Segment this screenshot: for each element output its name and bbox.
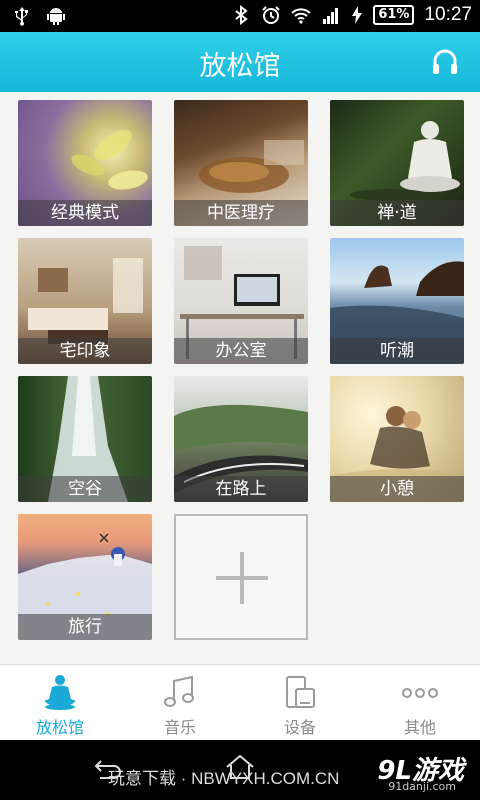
- charging-icon: [352, 6, 363, 24]
- usb-icon: [15, 7, 28, 26]
- tab-devices[interactable]: 设备: [240, 665, 360, 741]
- headphones-icon[interactable]: [432, 48, 458, 76]
- music-note-icon: [164, 675, 194, 707]
- android-icon: [47, 8, 65, 25]
- scene-tile-valley[interactable]: 空谷: [18, 376, 152, 502]
- tab-label: 放松馆: [35, 718, 84, 737]
- more-dots-icon: [402, 688, 438, 698]
- tab-music[interactable]: 音乐: [120, 665, 240, 741]
- tile-label: 宅印象: [18, 338, 152, 364]
- tile-label: 办公室: [174, 338, 308, 364]
- scene-tile-nap[interactable]: 小憩: [330, 376, 464, 502]
- tile-label: 在路上: [174, 476, 308, 502]
- scene-tile-zen[interactable]: 禅·道: [330, 100, 464, 226]
- signal-icon: [323, 8, 339, 24]
- scene-tile-travel[interactable]: 旅行: [18, 514, 152, 640]
- devices-icon: [286, 676, 315, 708]
- scene-tile-road[interactable]: 在路上: [174, 376, 308, 502]
- scene-tile-tcm[interactable]: 中医理疗: [174, 100, 308, 226]
- app-header: 放松馆: [0, 32, 480, 92]
- scene-tile-tide[interactable]: 听潮: [330, 238, 464, 364]
- scene-tile-home[interactable]: 宅印象: [18, 238, 152, 364]
- tab-label: 设备: [283, 718, 316, 737]
- add-scene-button[interactable]: [174, 514, 308, 640]
- tile-label: 中医理疗: [174, 200, 308, 226]
- tile-label: 经典模式: [18, 200, 152, 226]
- watermark-text: 玩意下载 · NBWYXH.COM.CN: [108, 769, 340, 788]
- tab-relax[interactable]: 放松馆: [0, 665, 120, 741]
- bottom-tab-bar: 放松馆 音乐 设备 其他: [0, 664, 480, 740]
- page-title: 放松馆: [199, 51, 281, 82]
- scene-grid: 经典模式 中医理疗 禅·道 宅印象 办公室 听潮 空谷 在路上 小憩 旅行: [0, 92, 480, 664]
- tab-label: 音乐: [163, 718, 196, 737]
- tab-more[interactable]: 其他: [360, 665, 480, 741]
- scene-tile-office[interactable]: 办公室: [174, 238, 308, 364]
- tile-label: 听潮: [330, 338, 464, 364]
- wifi-icon: [291, 8, 312, 24]
- alarm-icon: [262, 6, 281, 24]
- bluetooth-icon: [235, 5, 248, 25]
- scene-tile-classic[interactable]: 经典模式: [18, 100, 152, 226]
- tab-label: 其他: [403, 718, 436, 737]
- status-time: 10:27: [424, 4, 472, 25]
- brand-url: 91danji.com: [388, 780, 456, 793]
- status-bar: 61% 10:27: [0, 0, 480, 32]
- battery-level: 61%: [373, 5, 415, 25]
- meditation-icon: [44, 675, 76, 710]
- system-nav-bar: 玩意下载 · NBWYXH.COM.CN 9L游戏 91danji.com: [0, 740, 480, 800]
- tile-label: 小憩: [330, 476, 464, 502]
- tile-label: 禅·道: [330, 200, 464, 226]
- tile-label: 旅行: [18, 614, 152, 640]
- tile-label: 空谷: [18, 476, 152, 502]
